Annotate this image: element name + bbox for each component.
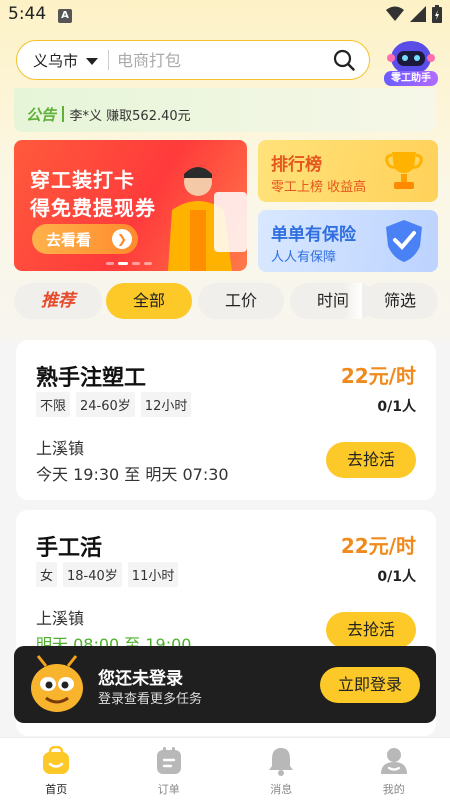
wifi-icon	[386, 6, 404, 21]
chevron-right-icon: ❯	[112, 229, 132, 249]
login-title: 您还未登录	[98, 669, 183, 689]
ant-mascot-icon	[31, 655, 83, 712]
job-title: 手工活	[36, 536, 103, 561]
search-input[interactable]	[117, 50, 318, 70]
nav-label-messages: 消息	[270, 783, 293, 796]
login-button[interactable]: 立即登录	[320, 667, 420, 703]
status-time: 5:44	[8, 4, 47, 24]
job-tag-gender: 不限	[36, 392, 71, 417]
job-tag-age: 18-40岁	[63, 562, 122, 587]
tab-recommend[interactable]: 推荐	[14, 283, 102, 319]
bell-icon	[269, 748, 294, 776]
job-headcount: 0/1人	[377, 399, 416, 415]
job-tag-age: 24-60岁	[76, 392, 135, 417]
login-prompt[interactable]: 您还未登录 登录查看更多任务 立即登录	[14, 646, 436, 723]
pagination-dot	[144, 262, 152, 265]
notification-indicator-icon: A	[58, 9, 72, 23]
announcement-tag: 公告	[26, 105, 57, 124]
assistant-label: 零工助手	[384, 71, 438, 86]
nav-label-profile: 我的	[382, 783, 405, 796]
nav-item-messages[interactable]: 消息	[225, 738, 338, 800]
search-icon[interactable]	[333, 49, 355, 71]
job-tags: 不限 24-60岁 12小时	[36, 392, 192, 417]
leaderboard-banner[interactable]: 排行榜 零工上榜 收益高	[258, 140, 438, 202]
search-divider	[108, 50, 110, 70]
tabs-fade	[344, 283, 362, 319]
insurance-banner[interactable]: 单单有保险 人人有保障	[258, 210, 438, 272]
promo-banner-uniform[interactable]: 穿工装打卡 得免费提现券 去看看 ❯	[14, 140, 247, 271]
banner-headline: 穿工装打卡	[30, 168, 135, 192]
job-wage: 22元/时	[340, 534, 416, 558]
insurance-title: 单单有保险	[271, 225, 356, 245]
announcement-divider	[62, 106, 64, 122]
nav-item-orders[interactable]: 订单	[113, 738, 226, 800]
job-wage: 22元/时	[340, 364, 416, 388]
worker-illustration-icon	[168, 167, 247, 271]
nav-item-home[interactable]: 首页	[0, 738, 113, 800]
job-title: 熟手注塑工	[36, 366, 147, 391]
pagination-dot	[106, 262, 114, 265]
grab-job-button[interactable]: 去抢活	[326, 612, 416, 648]
shield-icon	[386, 220, 422, 262]
job-card[interactable]: 熟手注塑工 22元/时 不限 24-60岁 12小时 0/1人 上溪镇 今天 1…	[16, 340, 436, 500]
nav-item-profile[interactable]: 我的	[338, 738, 450, 800]
job-tags: 女 18-40岁 11小时	[36, 562, 179, 587]
banner-subheadline: 得免费提现券	[30, 196, 156, 220]
insurance-subtitle: 人人有保障	[271, 250, 337, 265]
bottom-navigation: 首页 订单 消息 我的	[0, 737, 450, 800]
grab-job-button[interactable]: 去抢活	[326, 442, 416, 478]
job-tag-gender: 女	[36, 562, 58, 587]
trophy-icon	[385, 152, 423, 189]
job-time: 今天 19:30 至 明天 07:30	[36, 465, 229, 484]
job-tag-hours: 12小时	[140, 392, 192, 417]
nav-label-orders: 订单	[157, 783, 180, 796]
battery-icon	[432, 5, 442, 23]
tab-wage[interactable]: 工价	[198, 283, 284, 319]
job-location: 上溪镇	[36, 439, 85, 458]
job-headcount: 0/1人	[377, 569, 416, 585]
pagination-dot	[132, 262, 140, 265]
leaderboard-subtitle: 零工上榜 收益高	[271, 180, 367, 195]
pagination-dot-active	[118, 262, 128, 265]
nav-label-home: 首页	[45, 783, 68, 796]
search-bar[interactable]: 义乌市	[16, 40, 370, 80]
banner-go-label: 去看看	[46, 230, 92, 249]
chevron-down-icon[interactable]	[86, 58, 99, 65]
announcement-text: 李*义 赚取562.40元	[69, 108, 191, 124]
filter-tabs: 推荐 全部 工价 时间 筛选	[14, 283, 438, 319]
status-icons	[386, 5, 442, 23]
banner-pagination	[106, 262, 152, 265]
signal-icon	[410, 6, 426, 22]
banner-go-button[interactable]: 去看看 ❯	[32, 224, 138, 254]
home-icon	[43, 746, 70, 774]
city-selector[interactable]: 义乌市	[33, 50, 78, 71]
status-bar: 5:44 A	[0, 0, 450, 30]
login-subtitle: 登录查看更多任务	[98, 692, 203, 707]
filter-button[interactable]: 筛选	[362, 283, 438, 319]
job-location: 上溪镇	[36, 609, 85, 628]
assistant-button[interactable]: 零工助手	[384, 36, 438, 86]
profile-icon	[380, 748, 407, 774]
job-tag-hours: 11小时	[127, 562, 179, 587]
order-icon	[156, 747, 181, 774]
robot-icon	[387, 41, 435, 75]
leaderboard-title: 排行榜	[271, 155, 322, 175]
tab-all[interactable]: 全部	[106, 283, 192, 319]
announcement-bar[interactable]: 公告 李*义 赚取562.40元	[14, 88, 436, 132]
